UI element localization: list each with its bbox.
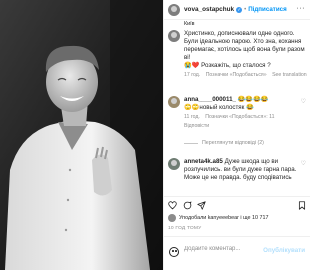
comment-time: 11 год. bbox=[184, 114, 200, 120]
caption-body: Христинко, дописнювали одне одного. Були… bbox=[168, 30, 308, 80]
view-replies[interactable]: Переглянути відповіді (2) bbox=[184, 140, 264, 146]
post-actions-bar bbox=[164, 196, 310, 213]
comment-likes-link[interactable]: Позначки «Подобається»: 11 bbox=[205, 114, 274, 120]
comment-text: 🙄🙄новый колостяк 😂 bbox=[184, 104, 254, 111]
post-location[interactable]: Київ bbox=[184, 21, 308, 27]
instagram-post: vova_ostapchuk ✓ • Підписатися ··· Київ … bbox=[0, 0, 310, 270]
author-username[interactable]: vova_ostapchuk bbox=[184, 6, 234, 13]
liker-avatar bbox=[168, 214, 176, 222]
comment-meta: 11 год. Позначки «Подобається»: 11 bbox=[184, 113, 299, 121]
author-avatar[interactable] bbox=[168, 3, 180, 16]
more-options-icon[interactable]: ··· bbox=[297, 5, 306, 12]
bookmark-icon[interactable] bbox=[298, 201, 306, 210]
replies-divider-line bbox=[184, 142, 198, 144]
comment-username[interactable]: anna____000011_ bbox=[184, 96, 236, 103]
follow-button[interactable]: Підписатися bbox=[248, 6, 286, 13]
comment-like-heart-icon[interactable]: ♡ bbox=[301, 98, 306, 105]
send-icon[interactable] bbox=[197, 201, 206, 210]
separator-dot: • bbox=[244, 6, 247, 13]
likes-text[interactable]: Уподобали kanyeeebear і ще 10 717 bbox=[179, 215, 268, 221]
comment-body: anna____000011_ 😂😂😂😂 🙄🙄новый колостяк 😂 … bbox=[184, 96, 299, 130]
comment-like-heart-icon[interactable]: ♡ bbox=[301, 160, 306, 167]
add-comment-bar: Опублікувати bbox=[164, 236, 310, 271]
publish-button[interactable]: Опублікувати bbox=[263, 247, 305, 254]
likes-summary[interactable]: Уподобали kanyeeebear і ще 10 717 bbox=[168, 214, 268, 222]
heart-icon[interactable] bbox=[168, 201, 177, 210]
caption-text-block: Христинко, дописнювали одне одного. Були… bbox=[184, 30, 308, 80]
man-portrait-image bbox=[0, 0, 163, 270]
post-caption: Київ Христинко, дописнювали одне одного.… bbox=[168, 21, 308, 80]
comment-2: anneta4k.a85 Дуже шкода що ви розлучилис… bbox=[168, 158, 308, 182]
post-header: vova_ostapchuk ✓ • Підписатися ··· bbox=[164, 0, 310, 20]
comment-username[interactable]: anneta4k.a85 bbox=[184, 158, 223, 165]
reply-link[interactable]: Відповісти bbox=[184, 122, 299, 130]
caption-text: Христинко, дописнювали одне одного. Були… bbox=[184, 30, 305, 62]
post-side-panel: vova_ostapchuk ✓ • Підписатися ··· Київ … bbox=[163, 0, 310, 270]
post-photo[interactable] bbox=[0, 0, 163, 270]
comment-body: anneta4k.a85 Дуже шкода що ви розлучилис… bbox=[184, 158, 299, 182]
translate-link[interactable]: See translation bbox=[272, 72, 307, 78]
caption-likes-link[interactable]: Позначки «Подобається» bbox=[206, 72, 267, 78]
caption-author-avatar[interactable] bbox=[168, 30, 180, 42]
caption-time: 17 год. bbox=[184, 72, 201, 79]
comment-emoji: 😂😂😂😂 bbox=[237, 96, 269, 103]
comment-avatar[interactable] bbox=[168, 96, 180, 108]
caption-meta: 17 год. Позначки «Подобається» See trans… bbox=[184, 71, 308, 79]
comment-avatar[interactable] bbox=[168, 158, 180, 170]
comment-input[interactable] bbox=[184, 246, 272, 252]
verified-badge-icon: ✓ bbox=[236, 6, 243, 13]
comment-icon[interactable] bbox=[183, 201, 192, 210]
comment-1: anna____000011_ 😂😂😂😂 🙄🙄новый колостяк 😂 … bbox=[168, 96, 308, 130]
post-time-ago: 10 ГОД ТОМУ bbox=[168, 226, 202, 231]
emoji-icon[interactable] bbox=[169, 247, 179, 257]
caption-emoji-line: 😭❤️ Розкажіть, що сталося ? bbox=[184, 62, 271, 70]
view-replies-label[interactable]: Переглянути відповіді (2) bbox=[202, 140, 264, 146]
